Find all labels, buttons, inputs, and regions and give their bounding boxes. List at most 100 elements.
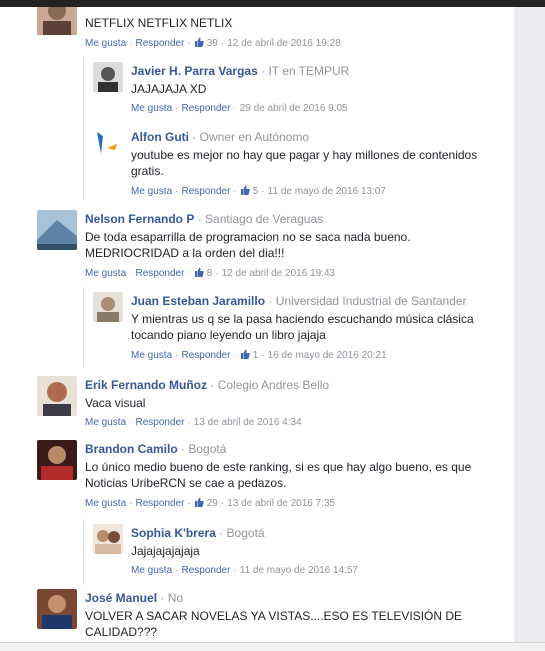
reply-link[interactable]: Responder (181, 350, 230, 361)
author-subtitle: No (167, 591, 184, 605)
author-name[interactable]: Javier H. Parra Vargas (131, 64, 258, 78)
comment-text: JAJAJAJA XD (131, 82, 207, 96)
avatar[interactable] (37, 7, 77, 35)
author-name[interactable]: José Manuel (85, 591, 157, 605)
avatar[interactable] (93, 62, 123, 92)
author-name[interactable]: Nelson Fernando P (85, 212, 194, 226)
comment-text: De toda esaparrilla de programacion no s… (85, 230, 411, 260)
comment-actions: Me gusta · Responder · 8 · 12 de abril de 2016… (85, 267, 336, 279)
like-count[interactable]: 1 (240, 349, 258, 361)
comment-text: NETFLIX NETFLIX NETLIX (85, 16, 233, 30)
right-gutter (514, 7, 545, 642)
author-name[interactable]: Sophia K'brera (131, 526, 216, 540)
thumbs-up-icon (240, 349, 250, 359)
like-count[interactable]: 5 (240, 185, 258, 197)
author-subtitle: Universidad Industrial de Santander (275, 294, 467, 308)
comment-timestamp[interactable]: 12 de abril de 2016 19:43 (222, 268, 335, 279)
comment: José Manuel · No VOLVER A SACAR NOVELAS … (37, 589, 507, 642)
avatar-image (93, 524, 123, 554)
reply-link[interactable]: Responder (135, 417, 184, 428)
avatar-image (37, 589, 77, 629)
comment-text: Jajajajajajaja (131, 544, 200, 558)
comment-actions: Me gusta · Responder · 11 de mayo de 2016 14… (131, 565, 358, 576)
author-subtitle: Bogotá (188, 442, 227, 456)
avatar[interactable] (37, 376, 77, 416)
comment: Nelson Fernando P · Santiago de Veraguas… (37, 210, 507, 285)
avatar[interactable] (93, 128, 123, 158)
thumbs-up-icon (194, 37, 204, 47)
reply-link[interactable]: Responder (181, 565, 230, 576)
comment-text: Lo único medio bueno de este ranking, si… (85, 460, 472, 490)
reply-link[interactable]: Responder (135, 498, 184, 509)
reply: Alfon Guti · Owner en Autónomo youtube e… (93, 128, 503, 203)
author-subtitle: Colegio Andres Bello (217, 378, 330, 392)
comment-actions: Me gusta · Responder · 29 · 13 de abril de 201… (85, 497, 336, 509)
comment-timestamp[interactable]: 11 de mayo de 2016 13:07 (268, 186, 386, 197)
reply-link[interactable]: Responder (135, 38, 184, 49)
comment-timestamp[interactable]: 16 de mayo de 2016 20:21 (268, 350, 387, 361)
author-subtitle: Owner en Autónomo (199, 130, 310, 144)
like-link[interactable]: Me gusta (131, 186, 172, 197)
avatar-image (93, 128, 123, 158)
author-subtitle: Bogotá (226, 526, 265, 540)
comments-panel: NETFLIX NETFLIX NETLIX Me gusta · Responde… (0, 7, 514, 642)
reply-link[interactable]: Responder (181, 103, 230, 114)
avatar-image (93, 292, 123, 322)
like-count[interactable]: 8 (194, 267, 212, 279)
author-name[interactable]: Alfon Guti (131, 130, 189, 144)
avatar[interactable] (93, 292, 123, 322)
reply-thread-line (83, 519, 84, 585)
comment-text: VOLVER A SACAR NOVELAS YA VISTAS....ESO … (85, 609, 463, 639)
comment-text: Y mientras us q se la pasa haciendo escu… (131, 312, 474, 342)
thumbs-up-icon (194, 267, 204, 277)
reply: Javier H. Parra Vargas · IT en TEMPUR JA… (93, 62, 503, 122)
like-link[interactable]: Me gusta (85, 268, 126, 279)
comment-timestamp[interactable]: 12 de abril de 2016 19:28 (227, 38, 340, 49)
comment-actions: Me gusta · Responder · 13 de abril de 2016 4… (85, 417, 302, 428)
avatar-image (37, 440, 77, 480)
avatar-image (37, 376, 77, 416)
reply-link[interactable]: Responder (181, 186, 230, 197)
comment: Erik Fernando Muñoz · Colegio Andres Bel… (37, 376, 507, 436)
comment: Brandon Camilo · Bogotá Lo único medio b… (37, 440, 507, 515)
comment-actions: Me gusta · Responder · 1 · 16 de mayo de 2016 … (131, 349, 387, 361)
comment-text: Vaca visual (85, 396, 146, 410)
reply-thread-line (83, 287, 84, 367)
comment-text: youtube es mejor no hay que pagar y hay … (131, 148, 478, 178)
like-link[interactable]: Me gusta (131, 565, 172, 576)
avatar-image (93, 62, 123, 92)
avatar[interactable] (93, 524, 123, 554)
reply-thread-line (83, 57, 84, 200)
comment-timestamp[interactable]: 29 de abril de 2016 9:05 (240, 103, 348, 114)
like-link[interactable]: Me gusta (131, 103, 172, 114)
comment-actions: Me gusta · Responder · 39 · 12 de abril de 201… (85, 37, 341, 49)
like-link[interactable]: Me gusta (85, 498, 126, 509)
reply: Sophia K'brera · Bogotá Jajajajajajaja M… (93, 524, 503, 586)
like-link[interactable]: Me gusta (85, 417, 126, 428)
thumbs-up-icon (194, 497, 204, 507)
avatar[interactable] (37, 440, 77, 480)
like-count[interactable]: 29 (194, 497, 218, 509)
comment-actions: Me gusta · Responder · 29 de abril de 2016 9… (131, 103, 348, 114)
reply-link[interactable]: Responder (135, 268, 184, 279)
avatar-image (37, 7, 77, 35)
like-link[interactable]: Me gusta (85, 38, 126, 49)
avatar-image (37, 210, 77, 250)
comment-timestamp[interactable]: 13 de abril de 2016 4:34 (194, 417, 302, 428)
author-name[interactable]: Juan Esteban Jaramillo (131, 294, 265, 308)
comment: NETFLIX NETFLIX NETLIX Me gusta · Responde… (37, 7, 507, 55)
comment-timestamp[interactable]: 13 de abril de 2016 7:35 (227, 498, 335, 509)
like-count[interactable]: 39 (194, 37, 218, 49)
comment-timestamp[interactable]: 11 de mayo de 2016 14:57 (240, 565, 358, 576)
like-link[interactable]: Me gusta (131, 350, 172, 361)
avatar[interactable] (37, 589, 77, 629)
author-name[interactable]: Erik Fernando Muñoz (85, 378, 207, 392)
author-subtitle: IT en TEMPUR (268, 64, 350, 78)
thumbs-up-icon (240, 185, 250, 195)
comment-actions: Me gusta · Responder · 5 · 11 de mayo de 2016 … (131, 185, 386, 197)
avatar[interactable] (37, 210, 77, 250)
top-bar (0, 0, 545, 7)
author-name[interactable]: Brandon Camilo (85, 442, 178, 456)
author-subtitle: Santiago de Veraguas (205, 212, 324, 226)
reply: Juan Esteban Jaramillo · Universidad Ind… (93, 292, 508, 367)
